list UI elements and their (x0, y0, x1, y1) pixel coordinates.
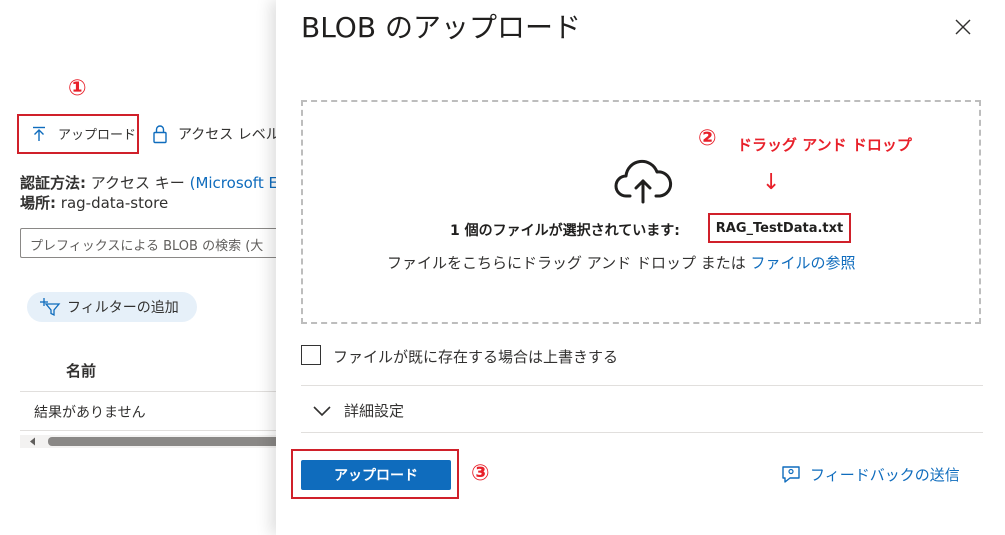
panel-title: BLOB のアップロード (301, 11, 581, 44)
annotation-arrow: ↓ (762, 170, 781, 195)
add-filter-button[interactable]: フィルターの追加 (27, 292, 197, 322)
table-header-divider (20, 391, 290, 392)
auth-method-row: 認証方法: アクセス キー (Microsoft E (20, 172, 278, 193)
add-filter-label: フィルターの追加 (67, 300, 179, 316)
location-label: 場所: (20, 194, 56, 212)
close-icon[interactable] (954, 18, 972, 36)
advanced-top-divider (301, 385, 983, 386)
advanced-bottom-divider (301, 432, 983, 433)
annotation-step-1: ① (68, 76, 87, 101)
scroll-left-icon[interactable] (28, 435, 38, 448)
auth-method-link[interactable]: (Microsoft E (190, 174, 278, 192)
feedback-icon (782, 465, 800, 483)
advanced-settings-label: 詳細設定 (344, 402, 405, 420)
storage-container-page: ① アップロード アクセス レベル 認証方法: アクセス キー (Microso… (0, 0, 290, 535)
scrollbar-thumb[interactable] (48, 437, 290, 446)
drop-hint-row: ファイルをこちらにドラッグ アンド ドロップ または ファイルの参照 (387, 252, 856, 273)
horizontal-scrollbar[interactable] (20, 435, 290, 448)
send-feedback-link[interactable]: フィードバックの送信 (780, 464, 960, 485)
advanced-settings-toggle[interactable]: 詳細設定 (312, 400, 404, 421)
browse-files-link[interactable]: ファイルの参照 (751, 254, 856, 272)
upload-arrow-icon (33, 126, 45, 141)
table-bottom-divider (20, 430, 290, 431)
annotation-step-2: ② (698, 126, 717, 151)
location-value: rag-data-store (60, 194, 169, 212)
annotation-step-3: ③ (471, 461, 490, 486)
access-level-toolbar-button[interactable]: アクセス レベル (152, 124, 280, 144)
access-level-label: アクセス レベル (178, 127, 280, 143)
overwrite-checkbox[interactable] (301, 345, 321, 365)
chevron-down-icon (313, 405, 331, 416)
drop-hint-text: ファイルをこちらにドラッグ アンド ドロップ または (387, 254, 746, 272)
selected-file-name: RAG_TestData.txt (715, 220, 844, 236)
lock-icon (153, 125, 167, 144)
blob-search-placeholder: プレフィックスによる BLOB の検索 (大 (30, 239, 264, 254)
blob-search-input[interactable]: プレフィックスによる BLOB の検索 (大 (20, 228, 290, 258)
selected-files-text: 1 個のファイルが選択されています: (450, 223, 680, 239)
location-row: 場所: rag-data-store (20, 192, 168, 213)
upload-toolbar-button[interactable]: アップロード (30, 124, 136, 143)
auth-method-label: 認証方法: (20, 174, 86, 192)
add-filter-icon (40, 298, 61, 317)
upload-button[interactable]: アップロード (301, 460, 451, 490)
send-feedback-label: フィードバックの送信 (810, 466, 960, 484)
annotation-highlight-file-name: RAG_TestData.txt (708, 213, 851, 243)
overwrite-label: ファイルが既に存在する場合は上書きする (333, 348, 619, 366)
auth-method-value: アクセス キー (90, 174, 185, 192)
upload-toolbar-label: アップロード (58, 128, 137, 143)
column-header-name[interactable]: 名前 (66, 360, 96, 381)
upload-blob-panel: BLOB のアップロード 1 個のファイルが選択されています: RAG_Test… (276, 0, 1005, 535)
annotation-step-2-text: ドラッグ アンド ドロップ (737, 136, 912, 154)
cloud-upload-icon (614, 159, 673, 204)
empty-results-message: 結果がありません (34, 405, 146, 421)
